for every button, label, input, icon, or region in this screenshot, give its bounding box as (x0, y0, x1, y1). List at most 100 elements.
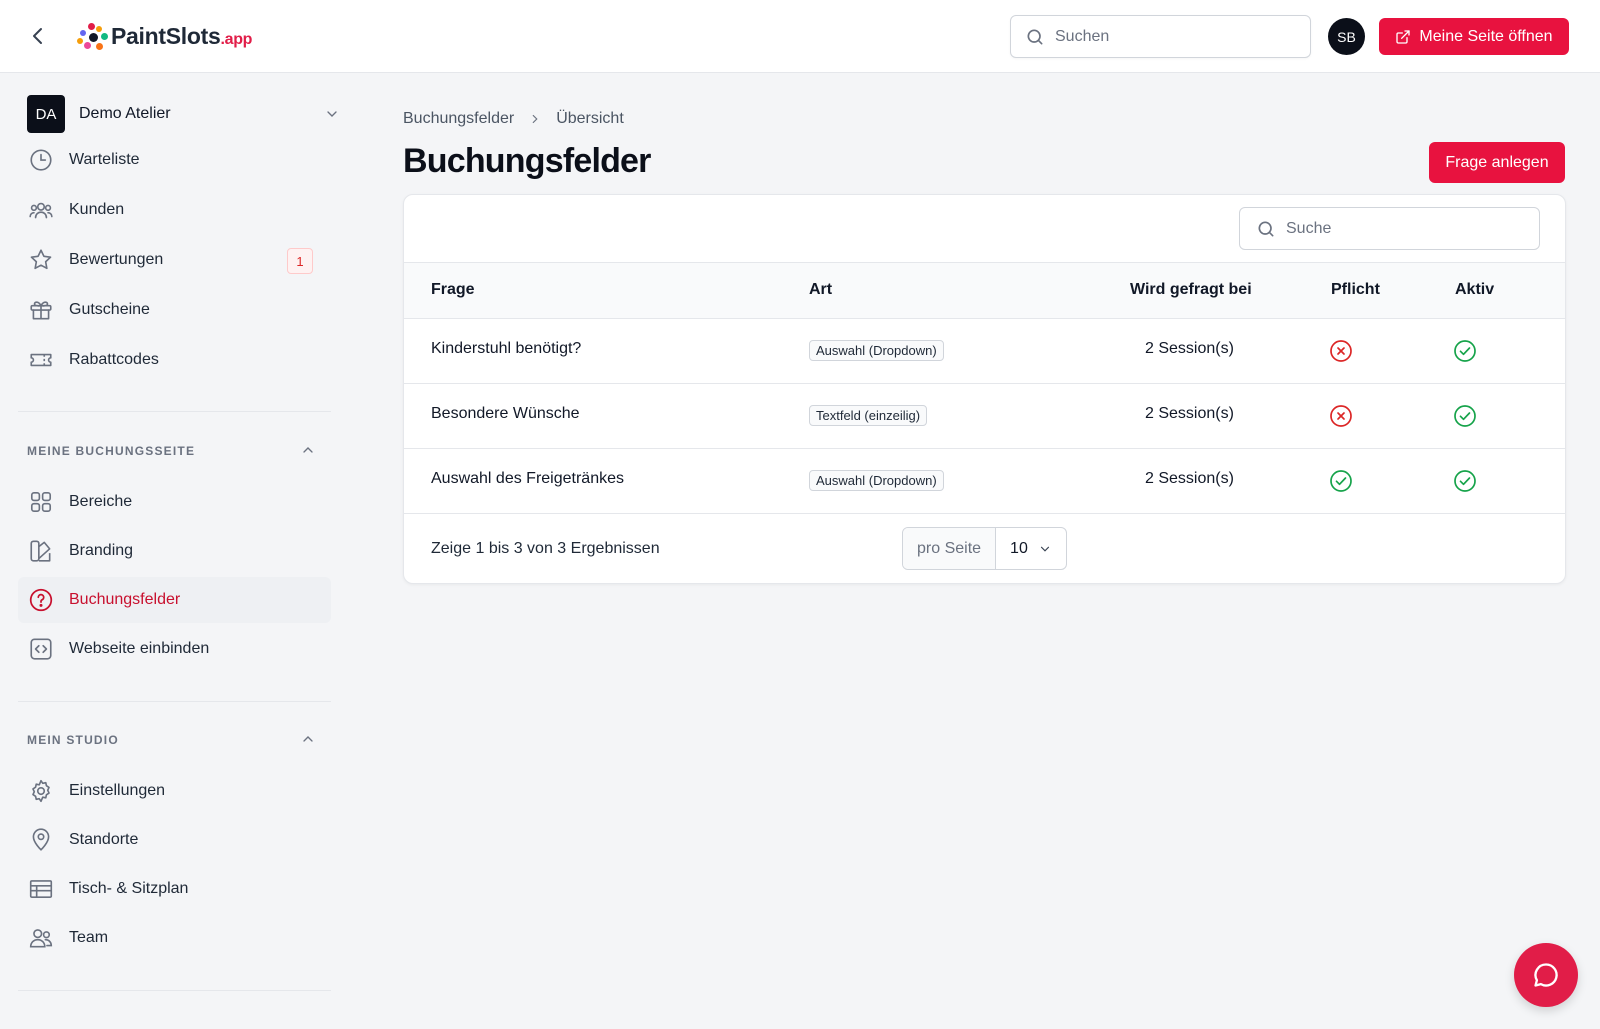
chevron-down-icon (327, 111, 337, 117)
chevron-up-icon[interactable] (300, 442, 316, 458)
sidebar-item-label: Buchungsfelder (69, 591, 181, 608)
sidebar-divider (18, 990, 331, 991)
table-row[interactable]: Kinderstuhl benötigt? Auswahl (Dropdown)… (404, 319, 1565, 384)
search-icon (1258, 221, 1274, 236)
sidebar-item-standorte[interactable]: Standorte (18, 817, 331, 863)
sidebar-item-branding[interactable]: Branding (18, 528, 331, 574)
team-icon (29, 929, 53, 948)
top-bar: PaintSlots.app SB Meine Seite öffnen (0, 0, 1600, 73)
sidebar-item-label: Rabattcodes (69, 351, 159, 368)
sidebar-item-tisch-sitzplan[interactable]: Tisch- & Sitzplan (18, 866, 331, 912)
grid-icon (30, 491, 52, 513)
users-group-icon (29, 202, 53, 219)
cell-art-tag: Textfeld (einzeilig) (809, 405, 928, 426)
logo-text: PaintSlots (111, 22, 221, 49)
sidebar-item-buchungsfelder[interactable]: Buchungsfelder (18, 577, 331, 623)
per-page-value: 10 (1010, 539, 1028, 557)
results-summary: Zeige 1 bis 3 von 3 Ergebnissen (431, 540, 660, 557)
booking-fields-table-card: Frage Art Wird gefragt bei Pflicht Aktiv… (403, 194, 1566, 584)
ticket-icon (30, 353, 52, 367)
chat-button[interactable] (1514, 943, 1578, 1007)
workspace-switcher[interactable]: DA Demo Atelier (27, 95, 340, 133)
sidebar-item-label: Bereiche (69, 493, 133, 510)
column-header-art[interactable]: Art (809, 281, 832, 299)
sidebar-item-label: Standorte (69, 831, 139, 848)
user-avatar[interactable]: SB (1328, 18, 1365, 55)
cell-art-tag: Auswahl (Dropdown) (809, 470, 944, 491)
add-question-button[interactable]: Frage anlegen (1429, 142, 1565, 183)
sidebar: DA Demo Atelier Warteliste Kunden Bewert… (0, 73, 350, 1029)
sidebar-item-label: Team (69, 929, 109, 946)
table-row[interactable]: Besondere Wünsche Textfeld (einzeilig) 2… (404, 384, 1565, 449)
sidebar-item-label: Gutscheine (69, 301, 150, 318)
open-my-page-label: Meine Seite öffnen (1419, 27, 1553, 45)
sidebar-item-bewertungen[interactable]: Bewertungen 1 (18, 237, 331, 283)
open-my-page-button[interactable]: Meine Seite öffnen (1379, 18, 1569, 55)
chat-bubble-icon (1534, 963, 1558, 987)
section-title-buchungsseite: MEINE BUCHUNGSSEITE (27, 444, 196, 458)
cell-gefragt: 2 Session(s) (1145, 405, 1234, 422)
per-page-select[interactable]: 10 (996, 528, 1066, 569)
sidebar-item-warteliste[interactable]: Warteliste (18, 137, 331, 183)
code-icon (30, 638, 52, 660)
workspace-name: Demo Atelier (79, 105, 171, 122)
column-header-pflicht[interactable]: Pflicht (1331, 281, 1380, 299)
question-circle-icon (29, 588, 53, 612)
sidebar-item-team[interactable]: Team (18, 915, 331, 961)
chevron-right-icon (532, 114, 538, 124)
review-count-badge: 1 (287, 248, 313, 274)
sidebar-item-bereiche[interactable]: Bereiche (18, 479, 331, 525)
page-title: Buchungsfelder (403, 142, 651, 180)
swatch-icon (30, 540, 51, 562)
sidebar-item-label: Tisch- & Sitzplan (69, 880, 189, 897)
breadcrumb-item-buchungsfelder[interactable]: Buchungsfelder (403, 110, 514, 128)
clock-icon (30, 149, 52, 171)
sidebar-divider (18, 701, 331, 702)
x-circle-icon (1329, 404, 1353, 428)
map-pin-icon (32, 828, 50, 851)
sidebar-item-label: Warteliste (69, 151, 140, 168)
column-header-wird-gefragt-bei[interactable]: Wird gefragt bei (1130, 281, 1252, 299)
sidebar-item-label: Webseite einbinden (69, 640, 210, 657)
column-header-aktiv[interactable]: Aktiv (1455, 281, 1494, 299)
sidebar-item-webseite-einbinden[interactable]: Webseite einbinden (18, 626, 331, 672)
sidebar-item-kunden[interactable]: Kunden (18, 187, 331, 233)
back-arrow-icon[interactable] (26, 24, 50, 48)
column-header-frage[interactable]: Frage (431, 281, 475, 299)
gear-icon (32, 779, 50, 803)
cell-frage: Auswahl des Freigetränkes (431, 470, 624, 487)
external-link-icon (1396, 29, 1411, 44)
cell-gefragt: 2 Session(s) (1145, 470, 1234, 487)
table-search[interactable] (1239, 207, 1540, 250)
sidebar-item-label: Bewertungen (69, 251, 164, 268)
check-circle-icon (1453, 339, 1477, 363)
table-search-input[interactable] (1286, 219, 1526, 238)
chevron-up-icon[interactable] (300, 731, 316, 747)
app-logo[interactable]: PaintSlots.app (77, 20, 252, 52)
global-search-input[interactable] (1055, 27, 1295, 46)
section-title-studio: MEIN STUDIO (27, 733, 119, 747)
cell-frage: Besondere Wünsche (431, 405, 580, 422)
sidebar-item-einstellungen[interactable]: Einstellungen (18, 768, 331, 814)
logo-suffix: .app (220, 30, 253, 48)
global-search[interactable] (1010, 15, 1311, 58)
check-circle-icon (1329, 469, 1353, 493)
per-page-selector[interactable]: pro Seite 10 (902, 527, 1067, 570)
sidebar-item-label: Branding (69, 542, 134, 559)
check-circle-icon (1453, 469, 1477, 493)
star-icon (30, 249, 52, 270)
palette-logo-icon (77, 21, 109, 51)
table-row[interactable]: Auswahl des Freigetränkes Auswahl (Dropd… (404, 449, 1565, 514)
breadcrumb: Buchungsfelder Übersicht (403, 110, 624, 128)
cell-gefragt: 2 Session(s) (1145, 340, 1234, 357)
sidebar-item-label: Kunden (69, 201, 125, 218)
chevron-down-icon (1040, 546, 1049, 552)
sidebar-item-rabattcodes[interactable]: Rabattcodes (18, 337, 331, 383)
sidebar-divider (18, 411, 331, 412)
table-header: Frage Art Wird gefragt bei Pflicht Aktiv (404, 262, 1565, 319)
breadcrumb-item-uebersicht: Übersicht (556, 110, 624, 127)
cell-frage: Kinderstuhl benötigt? (431, 340, 582, 357)
cell-art-tag: Auswahl (Dropdown) (809, 340, 944, 361)
sidebar-item-gutscheine[interactable]: Gutscheine (18, 287, 331, 333)
gift-icon (30, 301, 52, 320)
